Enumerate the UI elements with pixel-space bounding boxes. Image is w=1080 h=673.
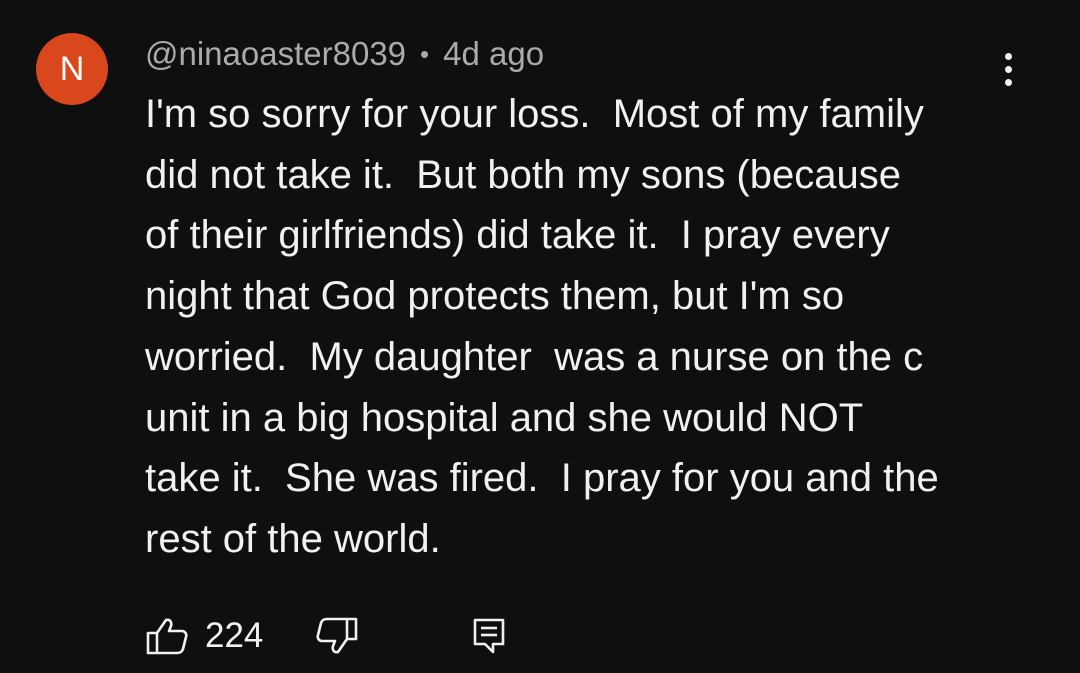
kebab-vertical-icon: [1004, 52, 1012, 60]
thumbs-down-icon: [316, 617, 358, 654]
comment-actions: 224: [145, 612, 506, 660]
comment-line: of their girlfriends) did take it. I pra…: [145, 213, 890, 258]
like-button[interactable]: [145, 616, 189, 656]
dislike-button[interactable]: [315, 616, 359, 656]
comment-line: unit in a big hospital and she would NOT: [145, 395, 864, 440]
comment-line: did not take it. But both my sons (becau…: [145, 152, 901, 197]
like-count: 224: [205, 616, 264, 655]
comment-text: I'm so sorry for your loss. Most of my f…: [145, 84, 1045, 570]
comment-line: take it. She was fired. I pray for you a…: [145, 456, 939, 501]
reply-comment-icon: [474, 618, 505, 654]
comment-header: @ninaoaster8039 • 4d ago: [145, 32, 544, 76]
avatar[interactable]: N: [36, 33, 108, 105]
comment-line: night that God protects them, but I'm so: [145, 274, 845, 319]
thumbs-up-icon: [146, 618, 188, 655]
avatar-letter: N: [59, 50, 85, 88]
author-handle[interactable]: @ninaoaster8039: [145, 35, 406, 73]
comment-line: I'm so sorry for your loss. Most of my f…: [145, 92, 924, 136]
header-separator: •: [420, 38, 430, 69]
kebab-dot: [1004, 65, 1012, 73]
timestamp[interactable]: 4d ago: [443, 35, 544, 73]
comment-line: worried. My daughter was a nurse on the …: [145, 334, 924, 379]
comment-line: rest of the world.: [145, 516, 441, 561]
reply-button[interactable]: [472, 616, 506, 656]
